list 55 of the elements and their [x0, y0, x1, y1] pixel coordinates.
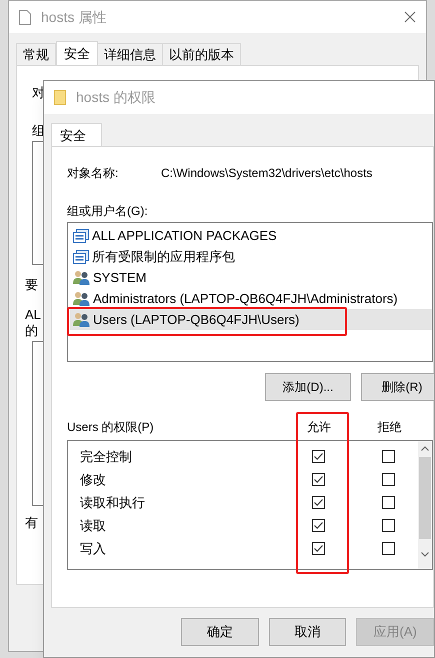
checkbox[interactable] [312, 450, 324, 463]
group-label: 组或用户名(G): [67, 204, 148, 218]
close-icon[interactable] [404, 11, 416, 23]
list-item[interactable]: Users (LAPTOP-QB6Q4FJH\Users) [70, 309, 432, 330]
column-header: 允许 [306, 419, 332, 436]
permission-name: 读取 [79, 516, 107, 535]
checkbox[interactable] [382, 450, 394, 463]
package-icon [73, 228, 89, 242]
scroll-down-icon[interactable] [421, 552, 429, 557]
checkbox[interactable] [312, 473, 324, 486]
permission-name: 修改 [79, 470, 107, 489]
package-icon [73, 250, 89, 264]
checkbox[interactable] [382, 496, 394, 509]
checkbox[interactable] [312, 519, 324, 532]
users-icon [73, 291, 90, 306]
window-title: hosts 的权限 [76, 88, 156, 107]
tab[interactable]: 安全 [56, 41, 98, 66]
label-text: AL [25, 306, 41, 324]
file-icon [19, 10, 31, 24]
label-text: 组 [32, 122, 45, 140]
checkbox[interactable] [382, 473, 394, 486]
checkbox[interactable] [382, 519, 394, 532]
list-item[interactable]: ALL APPLICATION PACKAGES [70, 225, 432, 246]
users-icon [73, 270, 90, 285]
object-name-label: 对象名称: [67, 165, 120, 182]
permission-name: 写入 [79, 540, 107, 558]
dialog-button[interactable]: 取消 [268, 618, 346, 646]
scrollbar[interactable] [418, 441, 432, 569]
permission-name: 读取和执行 [79, 494, 146, 512]
list-item[interactable]: Administrators (LAPTOP-QB6Q4FJH\Administrators) [70, 288, 432, 309]
add-button[interactable]: 添加(D)... [265, 373, 351, 401]
list-item[interactable]: SYSTEM [70, 267, 432, 288]
folder-icon [54, 90, 66, 105]
remove-button[interactable]: 删除(R) [361, 373, 434, 401]
checkbox[interactable] [382, 542, 394, 555]
scroll-thumb[interactable] [419, 457, 431, 539]
users-icon [73, 312, 90, 327]
scroll-up-icon[interactable] [421, 446, 429, 451]
tab[interactable]: 常规 [16, 43, 56, 65]
list-item[interactable]: 所有受限制的应用程序包 [70, 246, 432, 267]
label-text: 要 [25, 276, 38, 294]
tab[interactable]: 以前的版本 [162, 43, 241, 65]
dialog-button[interactable]: 确定 [181, 618, 259, 646]
dialog-button: 应用(A) [356, 618, 434, 646]
checkbox[interactable] [312, 496, 324, 509]
checkbox[interactable] [312, 542, 324, 555]
permission-name: 完全控制 [79, 448, 133, 466]
tab[interactable]: 安全 [51, 123, 102, 147]
window-title: hosts 属性 [41, 8, 106, 26]
column-header: 拒绝 [376, 419, 402, 436]
permissions-label: Users 的权限(P) [67, 419, 155, 436]
object-name: C:\Windows\System32\drivers\etc\hosts [161, 165, 372, 182]
label-text: 对 [32, 84, 45, 102]
label-text: 的 [25, 322, 38, 340]
label-text: 有 [25, 514, 38, 532]
